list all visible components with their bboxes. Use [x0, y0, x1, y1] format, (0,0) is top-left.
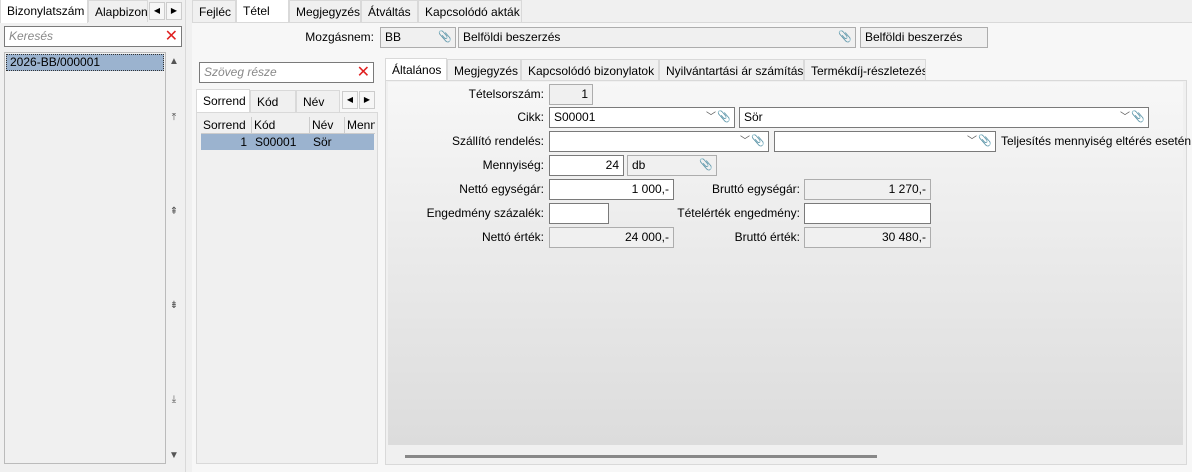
szallito-combo[interactable]: ﹀ 📎 — [549, 131, 769, 152]
paperclip-icon[interactable]: 📎 — [717, 108, 731, 127]
mozgasnem-label: Mozgásnem: — [305, 30, 374, 44]
horizontal-scrollbar[interactable] — [405, 455, 877, 458]
paperclip-icon[interactable]: 📎 — [699, 156, 713, 175]
cikk-code-combo[interactable]: S00001 ﹀ 📎 — [549, 107, 735, 128]
scroll-top-icon[interactable]: ⤒ — [166, 112, 182, 123]
col-nev[interactable]: Név — [309, 117, 333, 133]
col-kod[interactable]: Kód — [251, 117, 275, 133]
engedmeny-szazalek-label: Engedmény százalék: — [426, 206, 544, 220]
tab-fejlec[interactable]: Fejléc — [192, 0, 236, 22]
tab-termekdij[interactable]: Termékdíj-részletezés — [804, 59, 926, 81]
cikk-label: Cikk: — [517, 110, 544, 124]
szallito-label: Szállító rendelés: — [451, 134, 544, 148]
tab-megjegyzes-detail[interactable]: Megjegyzés — [447, 59, 521, 81]
scrollbar[interactable]: ▲ ⤒ ⇞ ⇟ ⤓ ▼ — [166, 52, 182, 464]
tetelertek-engedmeny-field[interactable] — [804, 203, 931, 224]
chevron-down-icon[interactable]: ﹀ — [967, 132, 977, 151]
page-down-icon[interactable]: ⇟ — [166, 300, 182, 311]
list-item[interactable]: 2026-BB/000001 — [6, 54, 164, 71]
mozgasnem-name2-field: Belföldi beszerzés — [860, 27, 988, 48]
scroll-bottom-icon[interactable]: ⤓ — [166, 394, 182, 405]
scroll-up-icon[interactable]: ▲ — [166, 56, 182, 67]
chevron-down-icon[interactable]: ﹀ — [706, 108, 716, 127]
left-panel: Bizonylatszám Alapbizon ◀ ▶ Keresés ✕ 20… — [0, 0, 186, 472]
tab-kapcsolodo-bizonylatok[interactable]: Kapcsolódó bizonylatok — [521, 59, 659, 81]
teljesites-checkbox-label[interactable]: Teljesítés mennyiség eltérés esetén — [1001, 131, 1191, 152]
tab-bizonylatszam[interactable]: Bizonylatszám — [0, 0, 88, 23]
scroll-down-icon[interactable]: ▼ — [166, 450, 182, 461]
tetelsorszam-field: 1 — [549, 84, 593, 105]
mozgasnem-name-field[interactable]: Belföldi beszerzés 📎 — [458, 27, 856, 48]
table-row[interactable]: 1 S00001 Sör — [201, 134, 374, 150]
engedmeny-szazalek-field[interactable] — [549, 203, 609, 224]
mozgasnem-code-field[interactable]: BB 📎 — [380, 27, 456, 48]
tab-atvaltas[interactable]: Átváltás — [361, 0, 418, 22]
tab-altalanos[interactable]: Általános — [385, 58, 447, 82]
brutto-egysegar-label: Bruttó egységár: — [711, 182, 800, 196]
tab-kod[interactable]: Kód — [250, 90, 296, 112]
brutto-ertek-label: Bruttó érték: — [734, 230, 800, 244]
tab-scroll-right[interactable]: ▶ — [359, 91, 375, 109]
chevron-down-icon[interactable]: ﹀ — [740, 132, 750, 151]
item-search-input[interactable]: Szöveg része ✕ — [199, 62, 374, 83]
tab-scroll-left[interactable]: ◀ — [149, 2, 165, 20]
paperclip-icon[interactable]: 📎 — [978, 132, 992, 151]
tab-scroll-right[interactable]: ▶ — [166, 2, 182, 20]
tab-sorrend[interactable]: Sorrend — [196, 89, 250, 113]
tab-alapbizonylat[interactable]: Alapbizon — [88, 0, 148, 22]
tab-tetel[interactable]: Tétel — [236, 0, 289, 23]
brutto-egysegar-field: 1 270,- — [804, 179, 931, 200]
search-input[interactable]: Keresés ✕ — [4, 26, 182, 47]
clear-icon[interactable]: ✕ — [357, 63, 370, 82]
tab-nev[interactable]: Név — [296, 90, 340, 112]
tab-kapcsolodo-aktak[interactable]: Kapcsolódó akták — [418, 0, 522, 22]
col-sorrend[interactable]: Sorrend — [203, 117, 246, 133]
mennyiseg-label: Mennyiség: — [482, 158, 544, 172]
page-up-icon[interactable]: ⇞ — [166, 206, 182, 217]
col-mennyiseg[interactable]: Menn — [344, 117, 375, 133]
grid-header: Sorrend Kód Név Menn — [201, 117, 375, 134]
items-grid: Sorrend Kód Név Menn 1 S00001 Sör — [196, 112, 378, 464]
tetelsorszam-label: Tételsorszám: — [468, 87, 544, 101]
mennyiseg-field[interactable]: 24 — [549, 155, 624, 176]
tab-megjegyzes[interactable]: Megjegyzés — [289, 0, 361, 22]
szallito-combo-2[interactable]: ﹀ 📎 — [774, 131, 996, 152]
paperclip-icon[interactable]: 📎 — [751, 132, 765, 151]
chevron-down-icon[interactable]: ﹀ — [1120, 108, 1130, 127]
paperclip-icon[interactable]: 📎 — [1131, 108, 1145, 127]
tetelertek-engedmeny-label: Tételérték engedmény: — [677, 206, 800, 220]
tab-scroll-left[interactable]: ◀ — [342, 91, 358, 109]
tab-nyilvantartasi-ar[interactable]: Nyilvántartási ár számítás — [659, 59, 804, 81]
netto-ertek-label: Nettó érték: — [481, 230, 544, 244]
cikk-name-combo[interactable]: Sör ﹀ 📎 — [739, 107, 1149, 128]
unit-field[interactable]: db 📎 — [627, 155, 717, 176]
paperclip-icon[interactable]: 📎 — [438, 28, 452, 47]
document-list: 2026-BB/000001 — [4, 52, 166, 464]
paperclip-icon[interactable]: 📎 — [838, 28, 852, 47]
brutto-ertek-field: 30 480,- — [804, 227, 931, 248]
clear-icon[interactable]: ✕ — [165, 27, 178, 46]
netto-egysegar-label: Nettó egységár: — [459, 182, 544, 196]
